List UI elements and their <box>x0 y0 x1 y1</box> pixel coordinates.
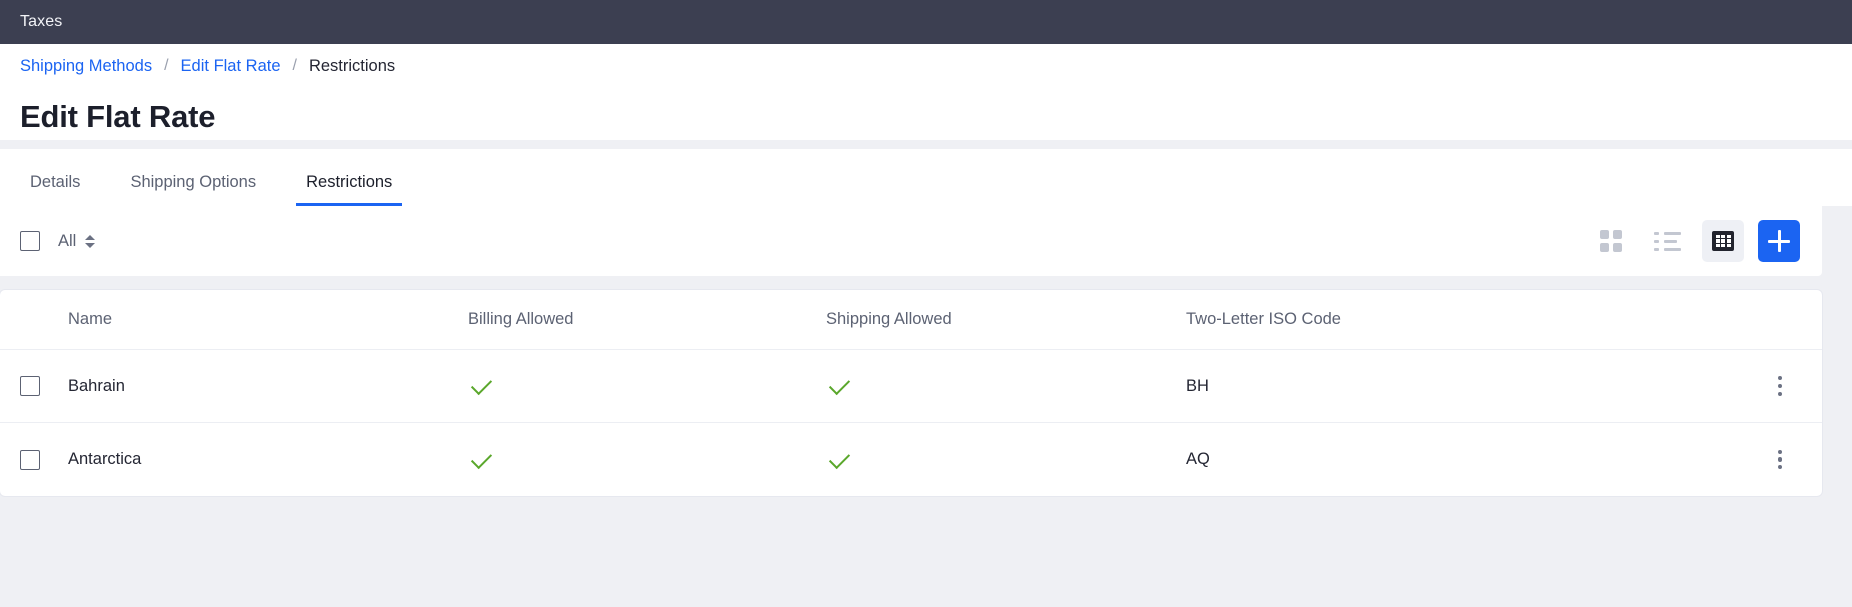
check-icon <box>828 373 851 396</box>
table-header-row: Name Billing Allowed Shipping Allowed Tw… <box>0 290 1822 350</box>
cell-shipping-allowed <box>826 447 1186 469</box>
cell-name: Bahrain <box>68 376 125 395</box>
table-view-icon <box>1712 231 1734 251</box>
cell-iso-code: BH <box>1186 376 1209 395</box>
breadcrumb-separator: / <box>164 57 169 74</box>
add-restriction-button[interactable] <box>1758 220 1800 262</box>
header-cell-billing-allowed: Billing Allowed <box>468 310 574 328</box>
cell-billing-allowed <box>468 447 826 469</box>
restrictions-table: Name Billing Allowed Shipping Allowed Tw… <box>0 290 1822 496</box>
tile-view-button[interactable] <box>1590 220 1632 262</box>
row-checkbox[interactable] <box>20 449 40 470</box>
chevron-updown-icon <box>85 234 96 248</box>
list-view-button[interactable] <box>1646 220 1688 262</box>
page-header: Shipping Methods / Edit Flat Rate / Rest… <box>0 44 1852 149</box>
table-row[interactable]: Bahrain BH <box>0 350 1822 423</box>
cell-name: Antarctica <box>68 450 142 468</box>
tab-shipping-options[interactable]: Shipping Options <box>120 173 266 207</box>
tab-details[interactable]: Details <box>20 173 90 207</box>
header-divider <box>0 140 1852 149</box>
header-cell-iso-code: Two-Letter ISO Code <box>1186 310 1341 328</box>
top-bar: Taxes <box>0 0 1852 44</box>
header-cell-shipping-allowed: Shipping Allowed <box>826 310 952 328</box>
select-all-label: All <box>58 231 77 250</box>
breadcrumb-item-restrictions: Restrictions <box>308 56 396 75</box>
plus-icon <box>1768 230 1790 252</box>
breadcrumb-item-shipping-methods[interactable]: Shipping Methods <box>20 57 152 76</box>
breadcrumb-item-edit-flat-rate[interactable]: Edit Flat Rate <box>181 57 281 76</box>
tab-bar: Details Shipping Options Restrictions <box>0 149 1852 206</box>
toolbar-left-group: All <box>20 231 96 251</box>
cell-billing-allowed <box>468 373 826 396</box>
tile-view-icon <box>1600 230 1622 252</box>
table-row[interactable]: Antarctica AQ <box>0 423 1822 496</box>
select-all-dropdown[interactable]: All <box>58 231 96 251</box>
cell-shipping-allowed <box>826 373 1186 396</box>
header-cell-name: Name <box>68 310 113 328</box>
cell-iso-code: AQ <box>1186 450 1210 468</box>
kebab-menu-icon[interactable] <box>1772 444 1788 476</box>
list-toolbar: All <box>0 206 1822 276</box>
row-actions-cell <box>1760 370 1800 402</box>
check-icon <box>470 373 493 396</box>
row-select-cell <box>20 376 68 396</box>
check-icon <box>828 447 851 469</box>
row-select-cell <box>20 449 68 470</box>
select-all-checkbox[interactable] <box>20 231 40 251</box>
row-checkbox[interactable] <box>20 376 40 396</box>
check-icon <box>470 447 493 469</box>
top-bar-title: Taxes <box>20 13 63 30</box>
table-view-button[interactable] <box>1702 220 1744 262</box>
kebab-menu-icon[interactable] <box>1772 370 1788 402</box>
list-view-icon <box>1653 231 1681 251</box>
breadcrumb-separator: / <box>292 57 297 74</box>
page-title: Edit Flat Rate <box>20 99 216 134</box>
row-actions-cell <box>1760 444 1800 476</box>
toolbar-right-group <box>1590 220 1800 262</box>
tab-restrictions[interactable]: Restrictions <box>296 173 403 206</box>
breadcrumb: Shipping Methods / Edit Flat Rate / Rest… <box>20 44 1832 78</box>
